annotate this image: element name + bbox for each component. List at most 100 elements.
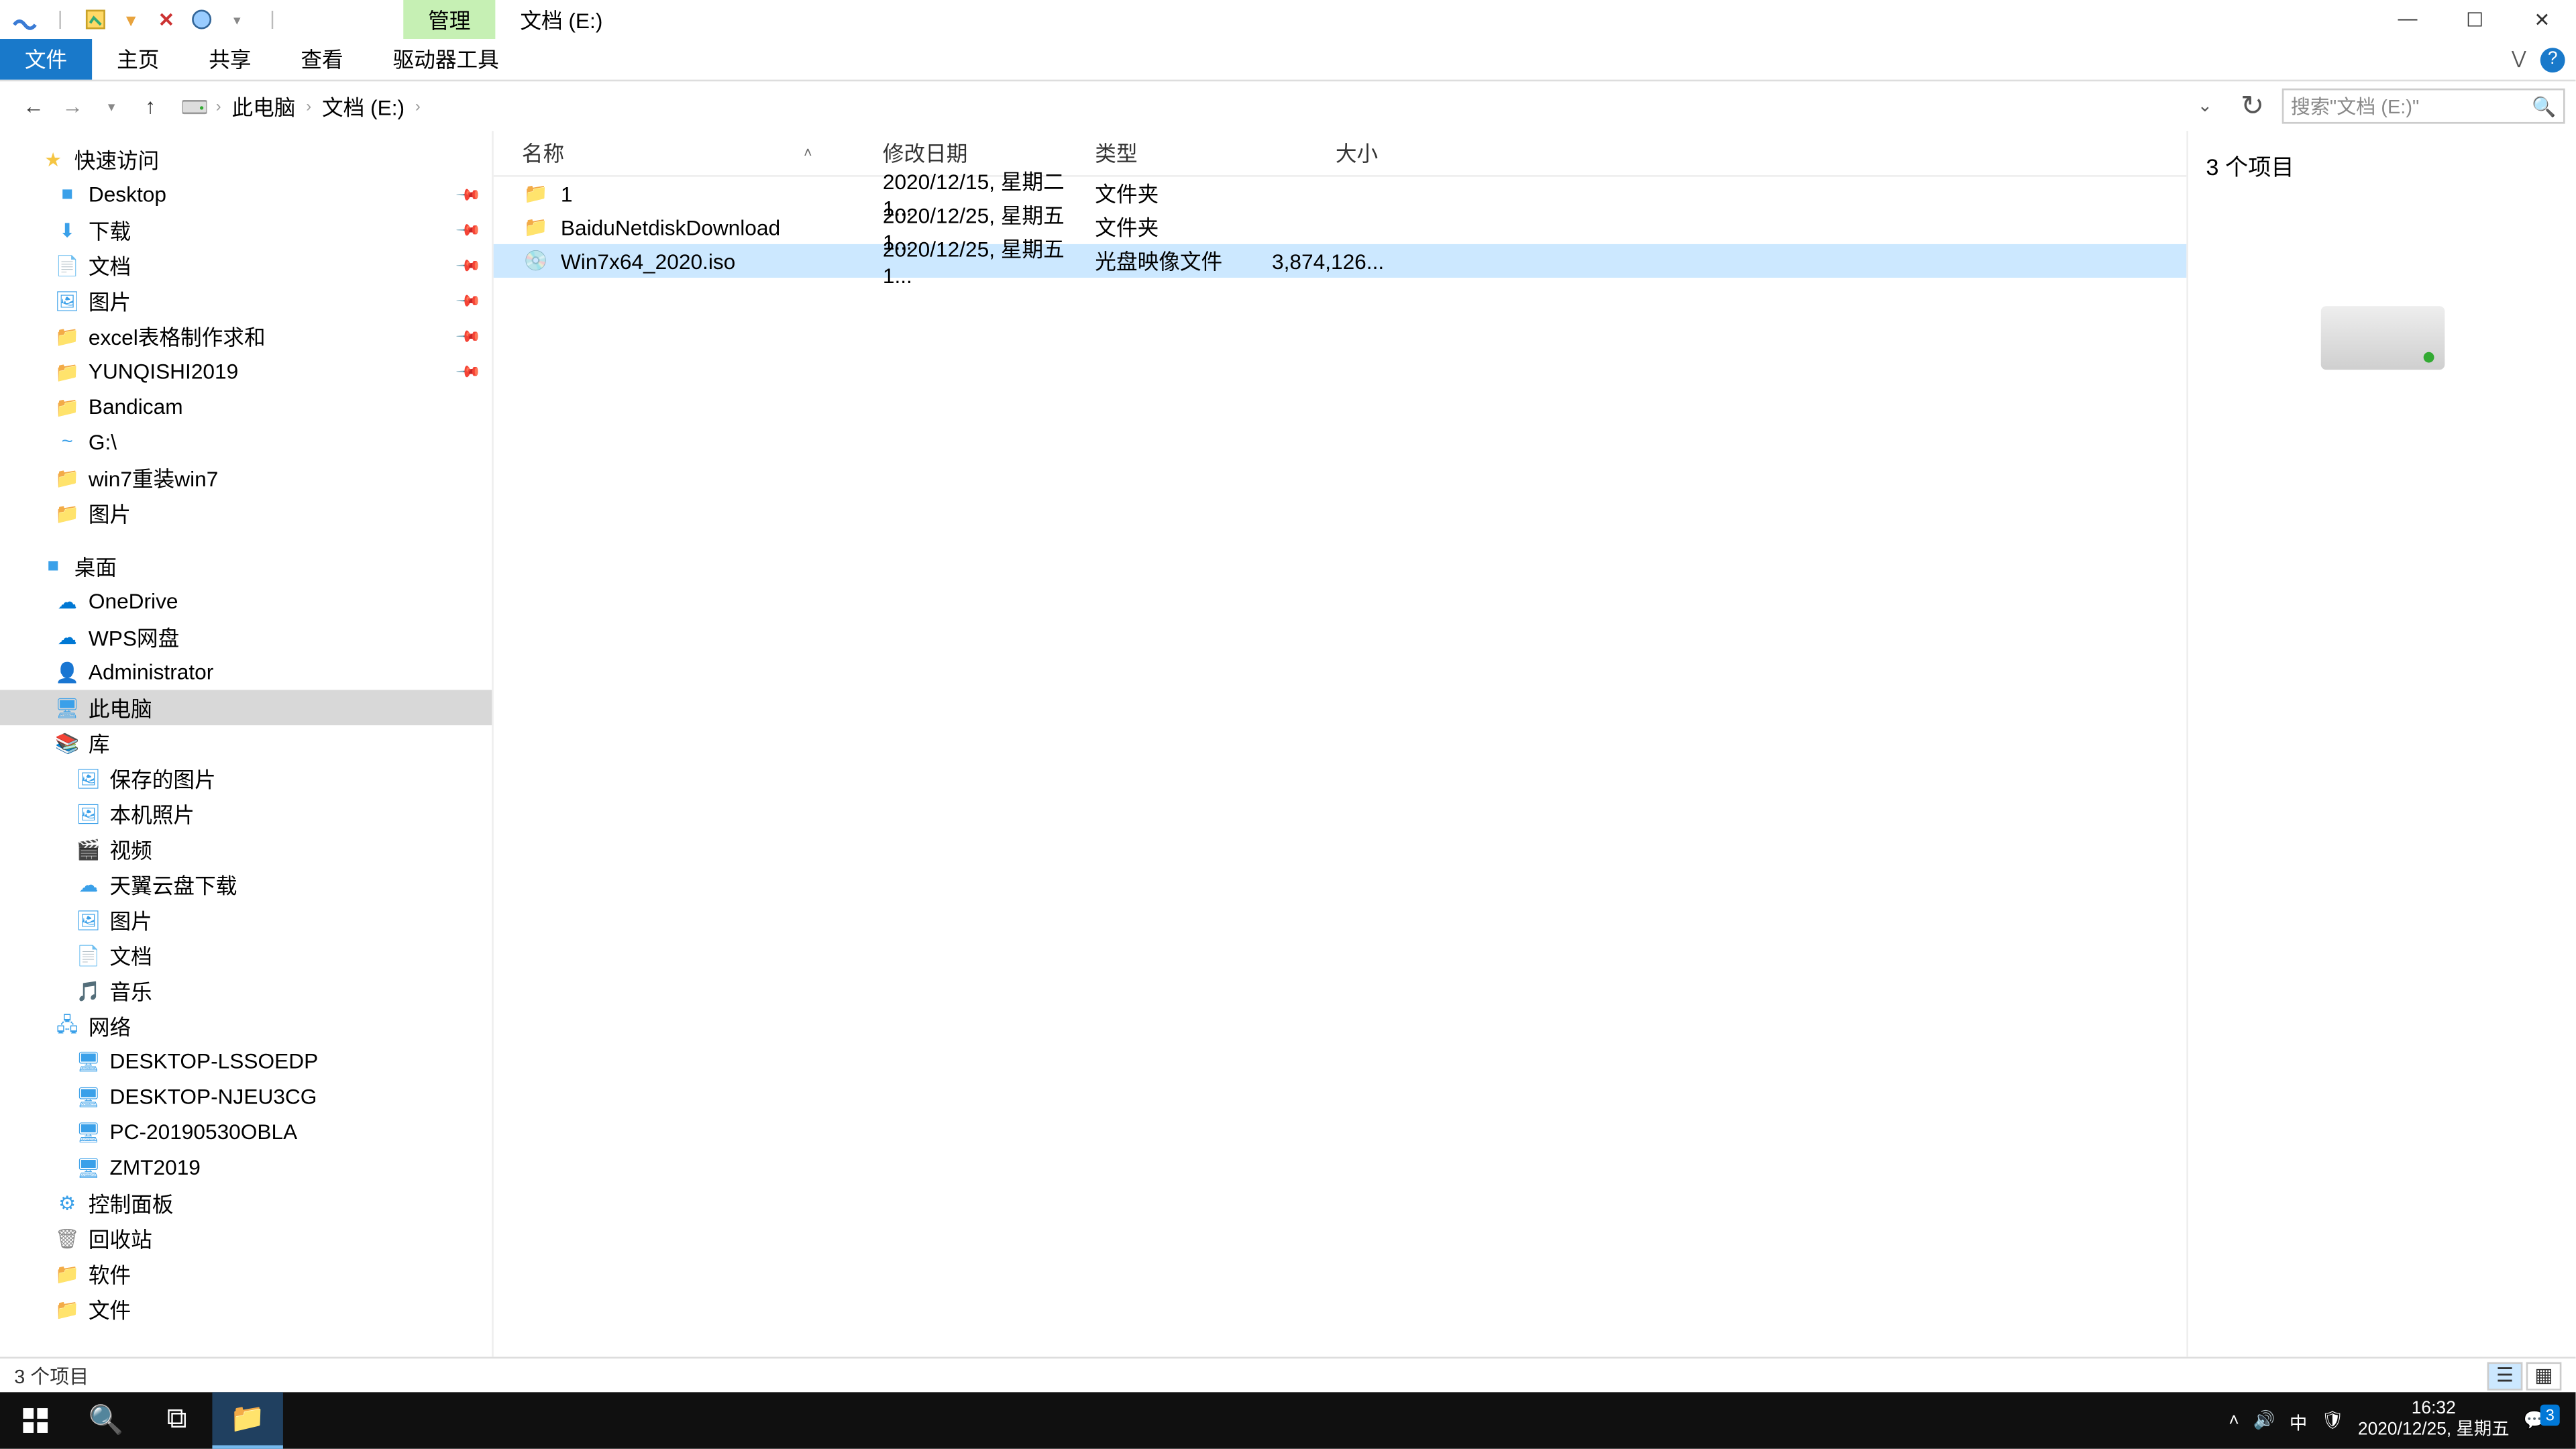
ribbon-drivetools-tab[interactable]: 驱动器工具 [368, 39, 524, 80]
tree-lib-music[interactable]: 🎵音乐 [0, 973, 492, 1008]
tree-label: G:\ [89, 430, 117, 455]
taskbar-explorer[interactable]: 📁 [212, 1392, 282, 1448]
tree-lib-videos[interactable]: 🎬视频 [0, 831, 492, 867]
file-row[interactable]: 💿Win7x64_2020.iso2020/12/25, 星期五 1...光盘映… [494, 244, 2187, 278]
column-name[interactable]: 名称˄ [494, 138, 883, 168]
tree-pictures[interactable]: 🖼图片📌 [0, 283, 492, 319]
tray-defender-icon[interactable]: 🛡 [2321, 1411, 2343, 1430]
tray-clock[interactable]: 16:32 2020/12/25, 星期五 [2358, 1399, 2510, 1442]
tree-label: 天翼云盘下载 [109, 869, 237, 900]
tree-label: 视频 [109, 834, 152, 864]
column-date[interactable]: 修改日期 [883, 138, 1095, 168]
qat-delete-icon[interactable]: ✕ [152, 5, 180, 34]
user-icon: 👤 [53, 658, 81, 686]
qat-undo-icon[interactable] [188, 5, 216, 34]
tree-admin[interactable]: 👤Administrator [0, 655, 492, 690]
breadcrumb-sep-0[interactable]: › [216, 97, 221, 115]
tree-label: 控制面板 [89, 1188, 174, 1218]
ribbon-view-tab[interactable]: 查看 [276, 39, 368, 80]
tree-pc1[interactable]: 🖥DESKTOP-LSSOEDP [0, 1044, 492, 1079]
search-placeholder-text: 搜索"文档 (E:)" [2291, 92, 2419, 120]
tree-pc2[interactable]: 🖥DESKTOP-NJEU3CG [0, 1079, 492, 1115]
tree-lib-pictures[interactable]: 🖼图片 [0, 902, 492, 938]
tree-yunqishi[interactable]: 📁YUNQISHI2019📌 [0, 354, 492, 389]
context-tab-manage[interactable]: 管理 [403, 0, 495, 39]
tree-libraries[interactable]: 📚库 [0, 725, 492, 761]
tree-pictures-2[interactable]: 📁图片 [0, 495, 492, 531]
taskbar: 🔍 ⧉ 📁 ˄ 🔊 中 🛡 16:32 2020/12/25, 星期五 💬3 [0, 1392, 2575, 1448]
start-button[interactable] [0, 1392, 70, 1448]
navigation-tree[interactable]: ★快速访问 ■Desktop📌 ⬇下载📌 📄文档📌 🖼图片📌 📁excel表格制… [0, 131, 492, 1356]
tree-this-pc[interactable]: 🖥此电脑 [0, 690, 492, 725]
task-view-button[interactable]: ⧉ [142, 1392, 212, 1448]
tree-files[interactable]: 📁文件 [0, 1291, 492, 1327]
close-button[interactable]: ✕ [2508, 0, 2575, 39]
nav-back-button[interactable]: ← [17, 94, 49, 119]
minimize-button[interactable]: — [2374, 0, 2441, 39]
tree-lib-tianyi[interactable]: ☁天翼云盘下载 [0, 867, 492, 902]
tree-pc4[interactable]: 🖥ZMT2019 [0, 1150, 492, 1185]
address-bar[interactable]: › 此电脑 › 文档 (E:) › ⌄ [173, 91, 2222, 121]
qat-properties-icon[interactable] [81, 5, 109, 34]
tray-volume-icon[interactable]: 🔊 [2253, 1411, 2275, 1430]
tree-desktop[interactable]: ■Desktop📌 [0, 177, 492, 213]
tree-lib-docs[interactable]: 📄文档 [0, 938, 492, 973]
breadcrumb-sep-2[interactable]: › [415, 97, 421, 115]
breadcrumb-drive[interactable]: 文档 (E:) [319, 91, 409, 121]
tree-software[interactable]: 📁软件 [0, 1256, 492, 1291]
address-dropdown-icon[interactable]: ⌄ [2187, 97, 2223, 116]
view-thumbnails-button[interactable]: ▦ [2526, 1361, 2562, 1389]
preview-count-text: 3 个项目 [2206, 149, 2558, 182]
search-button[interactable]: 🔍 [70, 1392, 141, 1448]
file-type: 光盘映像文件 [1095, 246, 1272, 276]
tree-onedrive[interactable]: ☁OneDrive [0, 584, 492, 619]
tree-lib-camera-roll[interactable]: 🖼本机照片 [0, 796, 492, 832]
breadcrumb-this-pc[interactable]: 此电脑 [228, 91, 299, 121]
tree-label: DESKTOP-NJEU3CG [109, 1084, 317, 1109]
search-input[interactable]: 搜索"文档 (E:)" 🔍 [2282, 89, 2565, 124]
nav-forward-button[interactable]: → [56, 94, 88, 119]
tree-lib-saved-pics[interactable]: 🖼保存的图片 [0, 761, 492, 796]
qat-new-folder-icon[interactable]: ▾ [117, 5, 145, 34]
refresh-button[interactable]: ↻ [2230, 89, 2275, 124]
tree-excel-folder[interactable]: 📁excel表格制作求和📌 [0, 319, 492, 354]
qat-dropdown-icon[interactable]: ▾ [223, 5, 251, 34]
tree-downloads[interactable]: ⬇下载📌 [0, 212, 492, 248]
view-details-button[interactable]: ☰ [2487, 1361, 2523, 1389]
action-center-icon[interactable]: 💬3 [2524, 1411, 2565, 1430]
tree-control-panel[interactable]: ⚙控制面板 [0, 1185, 492, 1221]
tree-pc3[interactable]: 🖥PC-20190530OBLA [0, 1114, 492, 1150]
file-row[interactable]: 📁BaiduNetdiskDownload2020/12/25, 星期五 1..… [494, 211, 2187, 244]
column-type[interactable]: 类型 [1095, 138, 1272, 168]
file-list[interactable]: 名称˄ 修改日期 类型 大小 📁12020/12/15, 星期二 1...文件夹… [492, 131, 2186, 1356]
file-row[interactable]: 📁12020/12/15, 星期二 1...文件夹 [494, 177, 2187, 211]
tree-win7reinstall[interactable]: 📁win7重装win7 [0, 460, 492, 496]
tree-label: 库 [89, 728, 110, 758]
ribbon-home-tab[interactable]: 主页 [92, 39, 184, 80]
column-size[interactable]: 大小 [1272, 138, 1378, 168]
column-label: 名称 [522, 138, 564, 168]
tree-label: WPS网盘 [89, 622, 179, 652]
ribbon-expand-icon[interactable]: ⋁ [2512, 50, 2526, 69]
pictures-icon: 🖼 [74, 800, 103, 828]
pin-icon: 📌 [453, 216, 481, 244]
tree-desktop-root[interactable]: ■桌面 [0, 548, 492, 584]
breadcrumb-sep-1[interactable]: › [306, 97, 311, 115]
tree-wps[interactable]: ☁WPS网盘 [0, 619, 492, 655]
tree-network[interactable]: 🖧网络 [0, 1008, 492, 1044]
tree-quick-access[interactable]: ★快速访问 [0, 142, 492, 177]
help-icon[interactable]: ? [2540, 47, 2565, 72]
tree-documents[interactable]: 📄文档📌 [0, 248, 492, 283]
maximize-button[interactable]: ☐ [2441, 0, 2508, 39]
tray-overflow-icon[interactable]: ˄ [2229, 1411, 2239, 1430]
tree-gdrive[interactable]: ~G:\ [0, 425, 492, 460]
nav-up-button[interactable]: ↑ [134, 94, 166, 119]
tree-label: 图片 [89, 286, 131, 316]
ribbon-share-tab[interactable]: 共享 [184, 39, 276, 80]
nav-history-dropdown[interactable]: ▾ [95, 98, 127, 114]
tray-ime-indicator[interactable]: 中 [2290, 1407, 2307, 1434]
tree-bandicam[interactable]: 📁Bandicam [0, 389, 492, 425]
tree-label: 文档 [109, 941, 152, 971]
tree-recycle-bin[interactable]: 🗑回收站 [0, 1221, 492, 1256]
ribbon-file-tab[interactable]: 文件 [0, 39, 92, 80]
